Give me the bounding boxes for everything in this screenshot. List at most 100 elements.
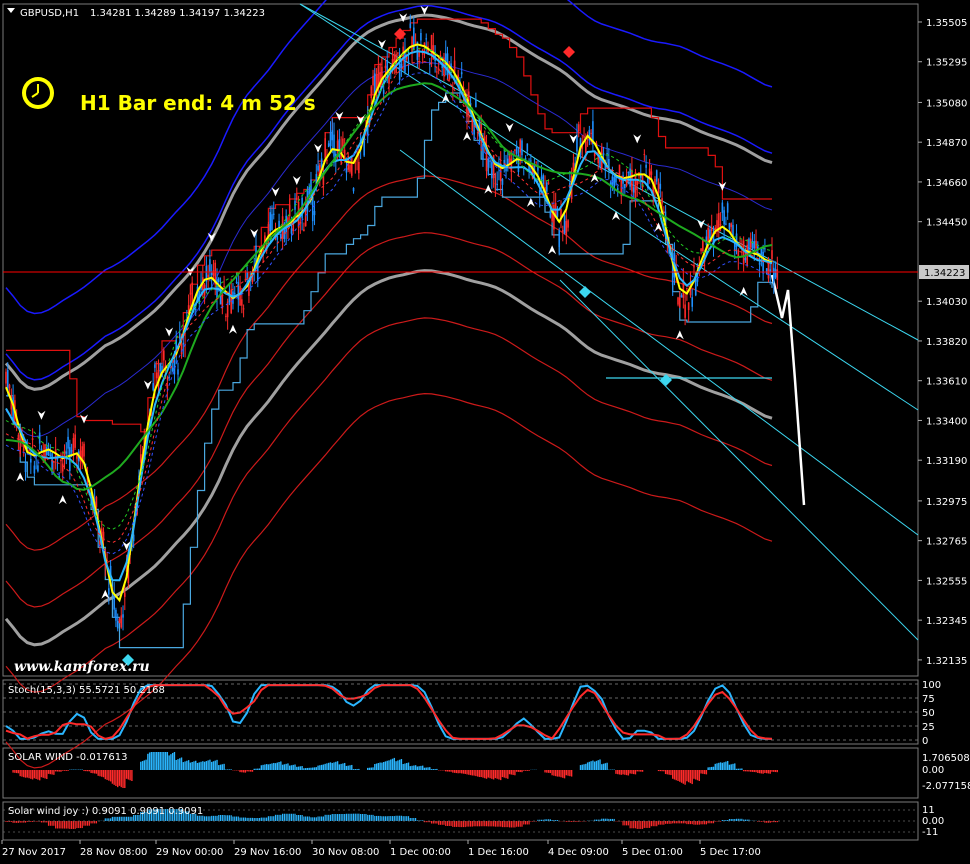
candle-body (182, 342, 185, 345)
candle-body (116, 621, 119, 629)
candle-body (615, 177, 617, 183)
chart-window[interactable]: 1.35505 1.35295 1.35080 1.34870 1.34660 1.344… (0, 0, 970, 864)
price-tick-label-12: 1.32765 (926, 537, 967, 548)
candle-body (225, 315, 227, 317)
time-tick-label-6: 1 Dec 16:00 (468, 847, 529, 858)
candle-body (217, 278, 220, 282)
candle-body (177, 369, 179, 375)
candle-body (719, 224, 722, 226)
candle-body (118, 618, 121, 624)
candle-body (326, 159, 328, 161)
candle-body (345, 168, 348, 173)
time-tick-label-7: 4 Dec 09:00 (548, 847, 609, 858)
candle-body (526, 143, 529, 152)
candle-body (606, 153, 608, 155)
price-tick-label-6: 1.34030 (926, 297, 967, 308)
candle-body (549, 210, 552, 218)
candle-body (324, 138, 326, 158)
candle-body (691, 297, 694, 307)
price-axis[interactable]: 1.35505 1.35295 1.35080 1.34870 1.34660 1.344… (918, 18, 967, 667)
candle-body (726, 203, 729, 213)
candle-body (233, 292, 236, 294)
time-tick-label-1: 28 Nov 08:00 (80, 847, 147, 858)
candle-body (577, 124, 580, 132)
price-chart[interactable]: 1.35505 1.35295 1.35080 1.34870 1.34660 1.344… (0, 0, 970, 864)
watermark: www.kamforex.ru (14, 659, 150, 675)
price-tick-label-2: 1.35080 (926, 98, 967, 109)
candle-body (585, 141, 587, 153)
price-tick-label-7: 1.33820 (926, 337, 967, 348)
candle-body (530, 160, 532, 162)
stoch-level-label-2: 50 (922, 708, 935, 719)
price-tick-label-9: 1.33400 (926, 416, 967, 427)
price-tick-label-1: 1.35295 (926, 58, 967, 69)
price-tick-label-15: 1.32135 (926, 656, 967, 667)
solar-joy-label: Solar wind joy :) 0.9091 0.9091 0.9091 (8, 806, 203, 817)
candle-body (19, 446, 21, 454)
candle-body (8, 384, 11, 389)
candle-body (721, 202, 724, 213)
price-tick-label-13: 1.32555 (926, 576, 967, 587)
candle-body (700, 248, 702, 252)
clock-icon (22, 77, 54, 109)
candle-body (350, 157, 353, 176)
candle-body (572, 162, 575, 172)
candle (563, 213, 566, 235)
candle-body (37, 465, 39, 472)
candle-body (519, 139, 522, 153)
time-axis[interactable]: 27 Nov 2017 28 Nov 08:00 29 Nov 00:00 29 No… (1, 840, 761, 858)
candle-body (122, 614, 124, 618)
stoch-level-label-1: 75 (922, 694, 935, 705)
time-tick-label-9: 5 Dec 17:00 (700, 847, 761, 858)
solar-wind-label: SOLAR WIND -0.017613 (8, 752, 128, 763)
candle-body (276, 236, 279, 240)
price-tick-label-4: 1.34660 (926, 178, 967, 189)
candle-body (44, 444, 46, 462)
candle-body (546, 182, 548, 192)
candle-body (189, 292, 192, 295)
candle-body (535, 161, 537, 163)
candle-body (331, 130, 334, 141)
candle-body (515, 145, 518, 154)
candle-body (772, 267, 775, 284)
candle-body (643, 153, 646, 155)
candle-body (728, 223, 731, 229)
candle-body (72, 438, 75, 456)
candle-body (413, 27, 415, 51)
candle-body (749, 238, 752, 248)
candle-body (242, 308, 245, 310)
candle-body (327, 143, 330, 148)
candle-body (329, 131, 332, 147)
candle-body (272, 213, 275, 215)
candle-body (742, 240, 745, 265)
solar-wind-level-2: -2.077158 (922, 781, 970, 792)
candle-body (404, 50, 406, 73)
candle-body (632, 187, 635, 193)
candle-body (437, 68, 440, 70)
candle-body (659, 183, 662, 189)
candle-body (352, 187, 355, 192)
candle-body (166, 385, 169, 389)
candle-body (687, 302, 690, 311)
candle-body (241, 299, 243, 306)
candle-body (154, 364, 156, 368)
candle-body (74, 434, 76, 448)
candle-body (384, 65, 387, 69)
candle-body (386, 60, 389, 71)
candle-body (501, 179, 504, 185)
candle-body (358, 161, 360, 174)
candle-body (677, 297, 679, 305)
candle-body (521, 140, 523, 156)
candle-body (507, 158, 509, 165)
price-tick-label-3: 1.34870 (926, 138, 967, 149)
candle-body (271, 214, 273, 230)
candle-body (655, 170, 658, 182)
candle-body (290, 228, 293, 234)
candle-body (765, 268, 768, 274)
candle-body (730, 223, 733, 227)
candle-body (590, 132, 592, 134)
candle-body (489, 160, 491, 162)
candle-body (194, 309, 197, 311)
candle-body (694, 278, 697, 296)
solar-wind-level-0: 1.706508 (922, 753, 970, 764)
